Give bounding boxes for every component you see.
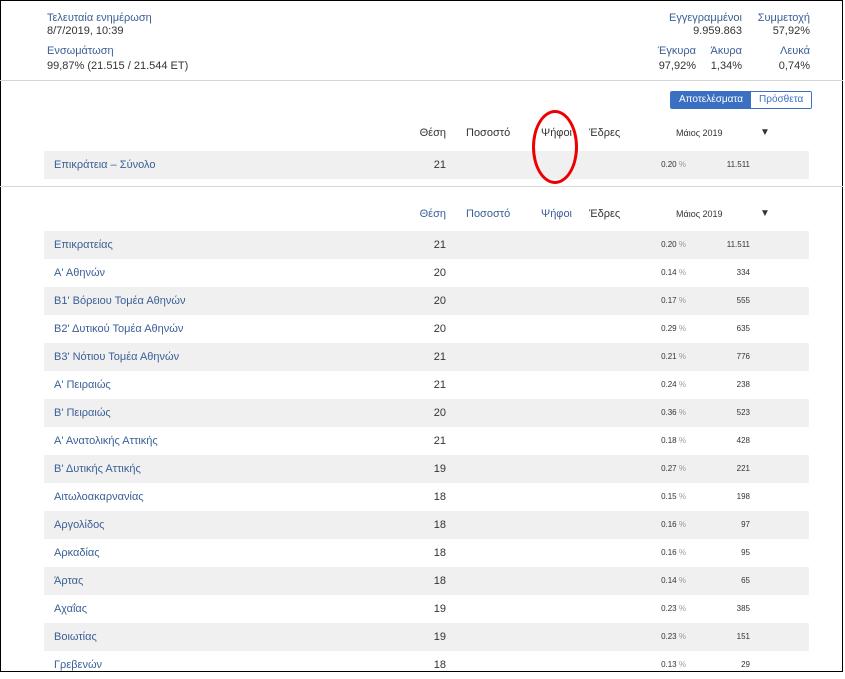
district-percent: 0.14 % bbox=[661, 576, 686, 585]
district-seats: 65 bbox=[741, 576, 750, 585]
valid-label: Έγκυρα bbox=[657, 45, 696, 57]
district-percent: 0.17 % bbox=[661, 296, 686, 305]
election-selector[interactable]: Μάιος 2019 bbox=[676, 128, 723, 138]
table-row[interactable]: Β2' Δυτικού Τομέα Αθηνών 20 0.29 % 635 bbox=[44, 315, 809, 343]
invalid-value: 1,34% bbox=[710, 60, 742, 72]
table-row[interactable]: Αχαΐας 19 0.23 % 385 bbox=[44, 595, 809, 623]
last-update-label: Τελευταία ενημέρωση bbox=[47, 12, 152, 24]
blank-label: Λευκά bbox=[780, 45, 810, 57]
table-seats-header[interactable]: Έδρες bbox=[589, 208, 620, 221]
district-percent: 0.15 % bbox=[661, 492, 686, 501]
district-percent: 0.18 % bbox=[661, 436, 686, 445]
district-seats: 385 bbox=[736, 604, 750, 613]
table-position-header[interactable]: Θέση bbox=[418, 208, 446, 221]
district-seats: 555 bbox=[736, 296, 750, 305]
table-row[interactable]: Α' Αθηνών 20 0.14 % 334 bbox=[44, 259, 809, 287]
district-percent: 0.23 % bbox=[661, 632, 686, 641]
district-position: 19 bbox=[433, 463, 446, 475]
summary-position: 21 bbox=[433, 159, 446, 171]
tab-additional[interactable]: Πρόσθετα bbox=[751, 92, 812, 108]
table-row[interactable]: Αργολίδος 18 0.16 % 97 bbox=[44, 511, 809, 539]
district-position: 18 bbox=[433, 547, 446, 559]
district-seats: 428 bbox=[736, 436, 750, 445]
summary-seats: 11.511 bbox=[726, 160, 750, 169]
table-row[interactable]: Άρτας 18 0.14 % 65 bbox=[44, 567, 809, 595]
district-percent: 0.14 % bbox=[661, 268, 686, 277]
district-percent: 0.16 % bbox=[661, 520, 686, 529]
table-row[interactable]: Β' Δυτικής Αττικής 19 0.27 % 221 bbox=[44, 455, 809, 483]
district-position: 20 bbox=[433, 267, 446, 279]
table-row[interactable]: Β' Πειραιώς 20 0.36 % 523 bbox=[44, 399, 809, 427]
valid-value: 97,92% bbox=[658, 60, 696, 72]
table-row[interactable]: Βοιωτίας 19 0.23 % 151 bbox=[44, 623, 809, 651]
summary-row[interactable]: Επικράτεια – Σύνολο 21 0.20 % 11.511 bbox=[44, 151, 809, 179]
district-seats: 151 bbox=[736, 632, 750, 641]
header-divider bbox=[0, 80, 843, 81]
blank-value: 0,74% bbox=[778, 60, 810, 72]
table-row[interactable]: Α' Ανατολικής Αττικής 21 0.18 % 428 bbox=[44, 427, 809, 455]
table-row[interactable]: Β3' Νότιου Τομέα Αθηνών 21 0.21 % 776 bbox=[44, 343, 809, 371]
invalid-label: Άκυρα bbox=[710, 45, 742, 57]
district-position: 18 bbox=[433, 659, 446, 671]
table-votes-header[interactable]: Ψήφοι bbox=[541, 208, 572, 221]
district-seats: 95 bbox=[741, 548, 750, 557]
district-position: 18 bbox=[433, 575, 446, 587]
view-tabs: Αποτελέσματα Πρόσθετα bbox=[670, 91, 813, 109]
col-percent-header[interactable]: Ποσοστό bbox=[466, 127, 510, 140]
tab-results[interactable]: Αποτελέσματα bbox=[671, 92, 752, 108]
integration-value: 99,87% (21.515 / 21.544 ΕΤ) bbox=[47, 60, 189, 72]
col-seats-header[interactable]: Έδρες bbox=[589, 127, 620, 140]
district-position: 20 bbox=[433, 295, 446, 307]
annotation-circle bbox=[532, 110, 578, 184]
table-row[interactable]: Επικρατείας 21 0.20 % 11.511 bbox=[44, 231, 809, 259]
summary-percent: 0.20 % bbox=[661, 160, 686, 169]
district-percent: 0.16 % bbox=[661, 548, 686, 557]
table-row[interactable]: Α' Πειραιώς 21 0.24 % 238 bbox=[44, 371, 809, 399]
last-update-value: 8/7/2019, 10:39 bbox=[47, 25, 124, 37]
district-seats: 776 bbox=[736, 352, 750, 361]
table-row[interactable]: Γρεβενών 18 0.13 % 29 bbox=[44, 651, 809, 679]
district-seats: 334 bbox=[736, 268, 750, 277]
district-position: 20 bbox=[433, 407, 446, 419]
district-position: 21 bbox=[433, 379, 446, 391]
registered-label: Εγγεγραμμένοι bbox=[669, 12, 742, 24]
district-position: 21 bbox=[433, 239, 446, 251]
summary-divider bbox=[0, 186, 843, 187]
col-position-header[interactable]: Θέση bbox=[418, 127, 446, 140]
integration-label: Ενσωμάτωση bbox=[47, 45, 114, 57]
district-position: 18 bbox=[433, 519, 446, 531]
district-position: 21 bbox=[433, 435, 446, 447]
district-percent: 0.13 % bbox=[661, 660, 686, 669]
district-seats: 11.511 bbox=[726, 240, 750, 249]
table-row[interactable]: Αρκαδίας 18 0.16 % 95 bbox=[44, 539, 809, 567]
district-seats: 238 bbox=[736, 380, 750, 389]
district-percent: 0.29 % bbox=[661, 324, 686, 333]
district-percent: 0.24 % bbox=[661, 380, 686, 389]
district-percent: 0.23 % bbox=[661, 604, 686, 613]
district-percent: 0.20 % bbox=[661, 240, 686, 249]
district-seats: 221 bbox=[736, 464, 750, 473]
turnout-value: 57,92% bbox=[772, 25, 810, 37]
table-row[interactable]: Β1' Βόρειου Τομέα Αθηνών 20 0.17 % 555 bbox=[44, 287, 809, 315]
district-seats: 29 bbox=[741, 660, 750, 669]
table-percent-header[interactable]: Ποσοστό bbox=[466, 208, 510, 221]
district-position: 20 bbox=[433, 323, 446, 335]
district-position: 19 bbox=[433, 631, 446, 643]
district-position: 21 bbox=[433, 351, 446, 363]
table-dropdown-arrow-icon[interactable]: ▼ bbox=[760, 208, 770, 219]
district-seats: 97 bbox=[741, 520, 750, 529]
district-position: 19 bbox=[433, 603, 446, 615]
district-seats: 198 bbox=[736, 492, 750, 501]
district-seats: 635 bbox=[736, 324, 750, 333]
registered-value: 9.959.863 bbox=[693, 25, 742, 37]
table-election-selector[interactable]: Μάιος 2019 bbox=[676, 209, 723, 219]
district-percent: 0.21 % bbox=[661, 352, 686, 361]
district-percent: 0.27 % bbox=[661, 464, 686, 473]
district-seats: 523 bbox=[736, 408, 750, 417]
dropdown-arrow-icon[interactable]: ▼ bbox=[760, 127, 770, 138]
turnout-label: Συμμετοχή bbox=[757, 12, 810, 24]
district-position: 18 bbox=[433, 491, 446, 503]
district-percent: 0.36 % bbox=[661, 408, 686, 417]
table-row[interactable]: Αιτωλοακαρνανίας 18 0.15 % 198 bbox=[44, 483, 809, 511]
